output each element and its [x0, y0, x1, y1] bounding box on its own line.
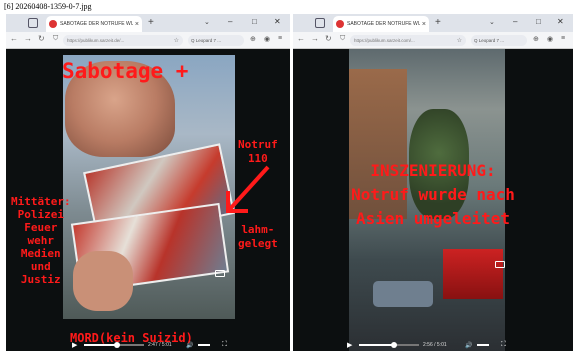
forward-button-icon[interactable]: →: [24, 34, 32, 43]
car-image: [373, 281, 433, 307]
play-icon[interactable]: ▶: [347, 341, 352, 349]
search-box[interactable]: Q Leopard 7 ...: [188, 35, 244, 46]
overlay-mittaeter: Mittäter: Polizei Feuer wehr Medien und …: [11, 195, 71, 286]
overlay-line: INSZENIERUNG:: [370, 161, 496, 180]
cc-icon[interactable]: [215, 270, 225, 277]
tab-overflow-chevron-icon[interactable]: ⌄: [204, 18, 210, 26]
volume-icon[interactable]: 🔊: [465, 342, 472, 349]
overlay-notruf-line: Notruf: [238, 138, 278, 151]
fullscreen-icon[interactable]: ⛶: [501, 341, 506, 349]
overlay-lahmgelegt: lahm- gelegt: [238, 223, 278, 251]
nav-bar: ← → ↻ ⛉ https://publikum.sarzeit.de/... …: [6, 32, 290, 49]
overlay-mittaeter-line: Polizei: [17, 208, 64, 221]
overlay-mittaeter-line: Feuer: [24, 221, 58, 234]
account-icon[interactable]: ◉: [547, 35, 553, 43]
overlay-lahm-line: lahm-: [241, 223, 275, 236]
progress-knob[interactable]: [114, 342, 120, 348]
tab-list-icon[interactable]: [28, 18, 38, 28]
menu-icon[interactable]: ≡: [278, 35, 282, 42]
search-text: Q Leopard 7 ...: [191, 38, 222, 43]
tab-title: SABOTAGE DER NOTRUFE WURDEN: [60, 21, 133, 27]
tab-close-icon[interactable]: ×: [422, 21, 426, 28]
reload-button-icon[interactable]: ↻: [38, 34, 45, 43]
account-icon[interactable]: ◉: [264, 35, 270, 43]
url-text: https://publikum.sarzeit.de/...: [67, 38, 125, 43]
overlay-lahm-line: gelegt: [238, 237, 278, 250]
volume-slider[interactable]: [477, 344, 489, 346]
overlay-mittaeter-line: Medien: [20, 247, 61, 260]
volume-icon[interactable]: 🔊: [186, 342, 193, 349]
right-browser-window: SABOTAGE DER NOTRUFE WURDE 1.2 × + ⌄ – □…: [293, 14, 573, 351]
maximize-button[interactable]: □: [252, 17, 257, 26]
tab-close-icon[interactable]: ×: [135, 21, 139, 28]
shield-icon[interactable]: ⛉: [340, 35, 345, 43]
image-caption: [6] 20260408-1359-0-7.jpg: [4, 2, 92, 11]
video-controls: ▶ 2:56 / 5:01 🔊 ⛶: [293, 339, 573, 351]
time-display: 2:56 / 5:01: [423, 342, 447, 348]
search-text: Q Leopard 7 ...: [474, 38, 505, 43]
volume-slider[interactable]: [198, 344, 210, 346]
arrow-icon: [226, 165, 270, 213]
overlay-title: Sabotage +: [62, 59, 189, 83]
bookmark-star-icon[interactable]: ☆: [174, 37, 179, 44]
left-browser-window: SABOTAGE DER NOTRUFE WURDEN × + ⌄ – □ ✕ …: [6, 14, 290, 351]
progress-fill: [359, 344, 394, 346]
progress-knob[interactable]: [390, 342, 397, 348]
fullscreen-icon[interactable]: ⛶: [222, 341, 227, 349]
overlay-mittaeter-line: Mittäter:: [11, 195, 71, 208]
new-tab-button[interactable]: +: [148, 17, 154, 28]
search-box[interactable]: Q Leopard 7 ...: [471, 35, 527, 46]
video-player[interactable]: INSZENIERUNG: Notruf wurde nach Asien um…: [293, 49, 573, 351]
minimize-button[interactable]: –: [513, 17, 517, 26]
video-controls: ▶ 2:47 / 5:01 🔊 ⛶: [6, 339, 290, 351]
cc-icon[interactable]: [495, 261, 505, 268]
extensions-icon[interactable]: ⊕: [250, 35, 256, 43]
tab-overflow-chevron-icon[interactable]: ⌄: [489, 18, 495, 26]
time-display: 2:47 / 5:01: [148, 342, 172, 348]
hand-image: [73, 251, 133, 311]
tab-bar: SABOTAGE DER NOTRUFE WURDE 1.2 × + ⌄ – □…: [293, 14, 573, 32]
back-button-icon[interactable]: ←: [297, 34, 305, 43]
overlay-inszenierung: INSZENIERUNG: Notruf wurde nach Asien um…: [297, 159, 569, 231]
play-icon[interactable]: ▶: [72, 341, 77, 349]
progress-fill: [84, 344, 117, 346]
overlay-line: Notruf wurde nach: [351, 185, 515, 204]
progress-track[interactable]: [359, 342, 419, 348]
shield-icon[interactable]: ⛉: [53, 35, 58, 43]
video-player[interactable]: Sabotage + Notruf 110 lahm- gelegt Mittä…: [6, 49, 290, 351]
extensions-icon[interactable]: ⊕: [533, 35, 539, 43]
nav-bar: ← → ↻ ⛉ https://publikum.sarzeit.com/...…: [293, 32, 573, 49]
active-tab[interactable]: SABOTAGE DER NOTRUFE WURDE 1.2 ×: [333, 16, 429, 32]
overlay-line: Asien umgeleitet: [355, 209, 511, 228]
tab-list-icon[interactable]: [315, 18, 325, 28]
firetruck-image: [443, 249, 503, 299]
bookmark-star-icon[interactable]: ☆: [457, 37, 462, 44]
menu-icon[interactable]: ≡: [561, 35, 565, 42]
overlay-mittaeter-line: und: [30, 260, 51, 273]
overlay-mittaeter-line: Justiz: [20, 273, 61, 286]
tab-title: SABOTAGE DER NOTRUFE WURDE 1.2: [347, 21, 420, 27]
tab-bar: SABOTAGE DER NOTRUFE WURDEN × + ⌄ – □ ✕: [6, 14, 290, 32]
url-bar[interactable]: https://publikum.sarzeit.de/... ☆: [63, 35, 183, 46]
close-window-button[interactable]: ✕: [557, 17, 564, 26]
youtube-favicon-icon: [336, 20, 344, 28]
video-frame-image: [63, 55, 235, 319]
overlay-mittaeter-line: wehr: [27, 234, 55, 247]
active-tab[interactable]: SABOTAGE DER NOTRUFE WURDEN ×: [46, 16, 142, 32]
maximize-button[interactable]: □: [536, 17, 541, 26]
youtube-favicon-icon: [49, 20, 57, 28]
minimize-button[interactable]: –: [228, 17, 232, 26]
reload-button-icon[interactable]: ↻: [325, 34, 332, 43]
progress-track[interactable]: [84, 342, 144, 348]
back-button-icon[interactable]: ←: [10, 34, 18, 43]
forward-button-icon[interactable]: →: [311, 34, 319, 43]
url-text: https://publikum.sarzeit.com/...: [354, 38, 415, 43]
url-bar[interactable]: https://publikum.sarzeit.com/... ☆: [350, 35, 466, 46]
close-window-button[interactable]: ✕: [274, 17, 281, 26]
new-tab-button[interactable]: +: [435, 17, 441, 28]
